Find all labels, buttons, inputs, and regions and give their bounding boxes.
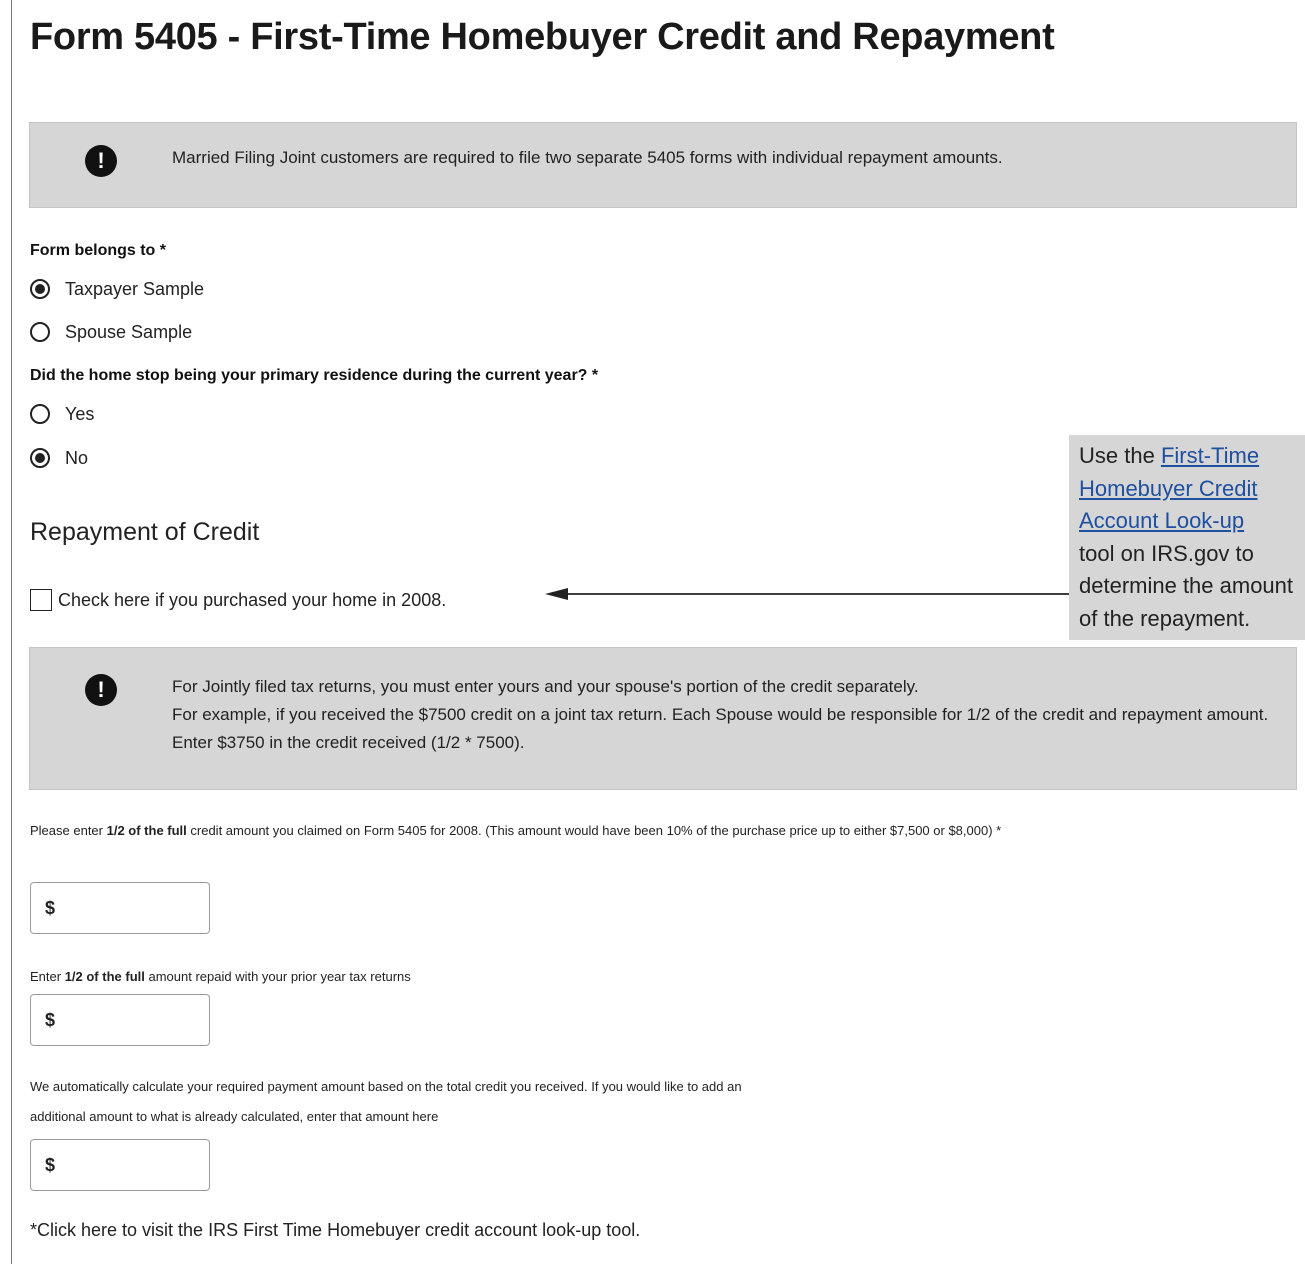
lookup-tool-link[interactable]: First-Time <box>1161 443 1259 468</box>
dollar-prefix: $ <box>45 1155 56 1175</box>
lookup-tool-link[interactable]: Account Look-up <box>1079 508 1244 533</box>
alert-line: For Jointly filed tax returns, you must … <box>172 677 919 696</box>
label-text: credit amount you claimed on Form 5405 f… <box>186 823 1002 838</box>
alert-text: For Jointly filed tax returns, you must … <box>172 673 1282 757</box>
dollar-prefix: $ <box>45 898 56 918</box>
callout-text: of the repayment. <box>1079 605 1251 631</box>
credit-claimed-input[interactable]: $ <box>30 882 210 934</box>
callout-text: determine the amount <box>1079 573 1294 598</box>
lookup-tool-callout: Use the First-Time Homebuyer Credit Acco… <box>1069 435 1305 640</box>
label-bold: 1/2 of the full <box>106 823 187 838</box>
callout-text: tool on IRS.gov to <box>1079 540 1254 566</box>
joint-return-alert: ! For Jointly filed tax returns, you mus… <box>29 647 1297 790</box>
alert-line: For example, if you received the $7500 c… <box>172 705 1269 752</box>
label-text: Please enter <box>30 823 107 838</box>
amount-repaid-input[interactable]: $ <box>30 994 210 1046</box>
label-bold: 1/2 of the full <box>64 969 145 984</box>
amount-repaid-label: Enter 1/2 of the full amount repaid with… <box>30 962 1110 992</box>
label-text: additional amount to what is already cal… <box>30 1109 439 1124</box>
irs-lookup-tool-link[interactable]: *Click here to visit the IRS First Time … <box>30 1220 640 1241</box>
credit-claimed-label: Please enter 1/2 of the full credit amou… <box>30 816 1110 846</box>
label-text: amount repaid with your prior year tax r… <box>144 969 411 984</box>
additional-amount-input[interactable]: $ <box>30 1139 210 1191</box>
dollar-prefix: $ <box>45 1010 56 1030</box>
label-text: Enter <box>30 969 65 984</box>
additional-amount-label: We automatically calculate your required… <box>30 1072 1110 1132</box>
callout-prefix: Use the <box>1079 443 1161 468</box>
lookup-tool-link[interactable]: Homebuyer Credit <box>1079 476 1258 501</box>
label-text: We automatically calculate your required… <box>30 1079 742 1094</box>
exclamation-icon: ! <box>85 674 117 706</box>
